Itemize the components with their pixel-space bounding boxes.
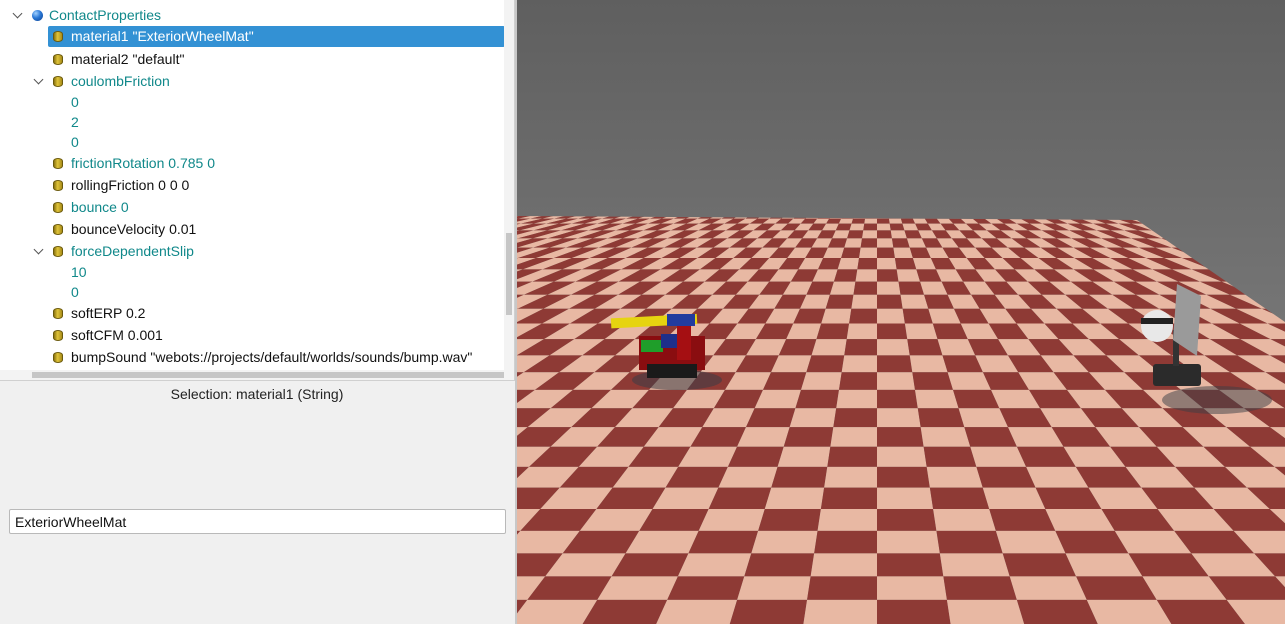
tree-value-item[interactable]: 0 bbox=[0, 282, 504, 303]
tree-field-bounce-velocity[interactable]: bounceVelocity 0.01 bbox=[0, 219, 504, 240]
field-cylinder-icon bbox=[53, 180, 63, 191]
scene-tree-panel: ContactProperties material1 "ExteriorWhe… bbox=[0, 0, 516, 624]
tree-field-material2[interactable]: material2 "default" bbox=[48, 49, 504, 70]
field-cylinder-icon bbox=[53, 224, 63, 235]
selection-label: Selection: material1 (String) bbox=[170, 386, 344, 402]
tree-field-label: bumpSound "webots://projects/default/wor… bbox=[71, 349, 473, 365]
chevron-down-icon[interactable] bbox=[33, 74, 44, 85]
field-cylinder-icon bbox=[53, 308, 63, 319]
field-cylinder-icon bbox=[53, 76, 63, 87]
tree-field-label: forceDependentSlip bbox=[71, 243, 194, 259]
tree-field-label: softERP 0.2 bbox=[71, 305, 146, 321]
field-cylinder-icon bbox=[53, 246, 63, 257]
field-cylinder-icon bbox=[53, 54, 63, 65]
checkered-floor bbox=[517, 216, 1285, 624]
tree-value-item[interactable]: 10 bbox=[0, 262, 504, 283]
tree-field-label: softCFM 0.001 bbox=[71, 327, 163, 343]
tree-field-force-dependent-slip[interactable]: forceDependentSlip bbox=[0, 241, 504, 262]
tree-field-soft-cfm[interactable]: softCFM 0.001 bbox=[0, 325, 504, 346]
tree-field-bump-sound[interactable]: bumpSound "webots://projects/default/wor… bbox=[0, 347, 504, 368]
tree-field-label: frictionRotation 0.785 0 bbox=[71, 155, 215, 171]
tree-value-label: 0 bbox=[71, 134, 79, 150]
vertical-scrollbar-thumb[interactable] bbox=[506, 233, 512, 315]
3d-view[interactable] bbox=[517, 0, 1285, 624]
tree-value-item[interactable]: 0 bbox=[0, 132, 504, 153]
chevron-down-icon[interactable] bbox=[12, 8, 23, 19]
field-cylinder-icon bbox=[53, 202, 63, 213]
tree-field-soft-erp[interactable]: softERP 0.2 bbox=[0, 303, 504, 324]
node-sphere-icon bbox=[32, 10, 43, 21]
tree-value-label: 10 bbox=[71, 264, 87, 280]
tree-field-rolling-friction[interactable]: rollingFriction 0 0 0 bbox=[0, 175, 504, 196]
tree-value-item[interactable]: 2 bbox=[0, 112, 504, 133]
tree-value-label: 0 bbox=[71, 284, 79, 300]
string-value-input[interactable] bbox=[9, 509, 506, 534]
tree-field-label: bounce 0 bbox=[71, 199, 129, 215]
tree-field-friction-rotation[interactable]: frictionRotation 0.785 0 bbox=[0, 153, 504, 174]
tree-field-label: material2 "default" bbox=[71, 51, 185, 67]
field-cylinder-icon bbox=[53, 330, 63, 341]
chevron-down-icon[interactable] bbox=[33, 244, 44, 255]
field-tree[interactable]: ContactProperties material1 "ExteriorWhe… bbox=[0, 0, 515, 381]
tree-node-label: ContactProperties bbox=[49, 7, 162, 23]
field-cylinder-icon bbox=[53, 158, 63, 169]
field-cylinder-icon bbox=[53, 31, 63, 42]
tree-value-item[interactable]: 0 bbox=[0, 92, 504, 113]
tree-field-label: coulombFriction bbox=[71, 73, 170, 89]
tree-field-coulomb-friction[interactable]: coulombFriction bbox=[0, 71, 504, 92]
tree-value-label: 0 bbox=[71, 94, 79, 110]
tree-field-label: rollingFriction 0 0 0 bbox=[71, 177, 190, 193]
tree-node-contact-properties[interactable]: ContactProperties bbox=[0, 5, 504, 26]
tree-field-material1[interactable]: material1 "ExteriorWheelMat" bbox=[48, 26, 505, 47]
tree-value-label: 2 bbox=[71, 114, 79, 130]
tree-field-label: material1 "ExteriorWheelMat" bbox=[71, 28, 254, 44]
field-cylinder-icon bbox=[53, 352, 63, 363]
tree-field-bounce[interactable]: bounce 0 bbox=[0, 197, 504, 218]
horizontal-scrollbar-thumb[interactable] bbox=[32, 372, 504, 378]
tree-field-label: bounceVelocity 0.01 bbox=[71, 221, 197, 237]
